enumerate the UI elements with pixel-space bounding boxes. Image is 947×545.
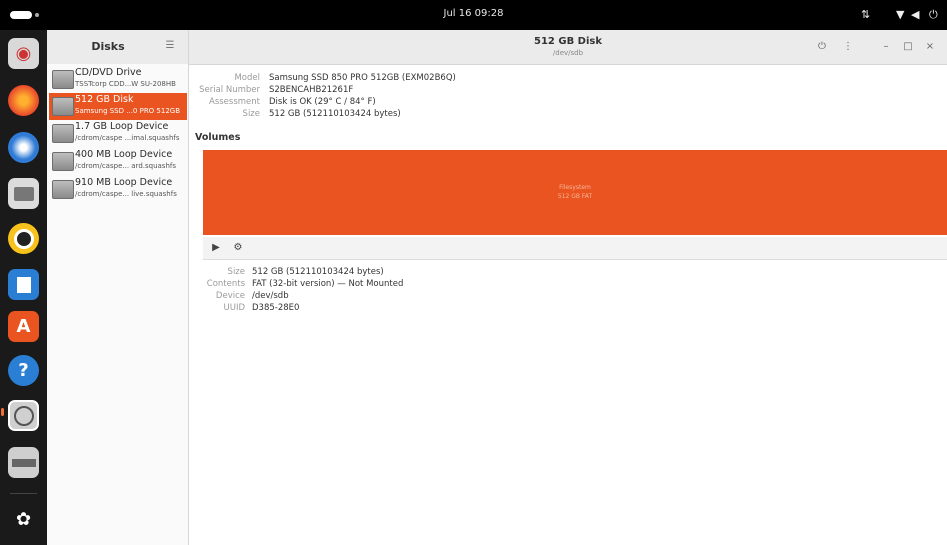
gear-icon[interactable]: ⚙ (229, 240, 247, 256)
volumes-heading: Volumes (195, 132, 241, 143)
top-bar: Jul 16 09:28 ⇅ ▼ ◀ ⏻ (0, 0, 947, 30)
drive-name: 512 GB Disk (75, 94, 134, 105)
show-apps-icon[interactable]: ✿ (8, 504, 39, 535)
clock[interactable]: Jul 16 09:28 (0, 8, 947, 19)
loop-device-icon (52, 180, 74, 199)
mount-play-icon[interactable]: ▶ (207, 240, 225, 256)
vol-device-value: /dev/sdb (252, 291, 289, 301)
vol-size-label: Size (227, 267, 245, 277)
vol-size-value: 512 GB (512110103424 bytes) (252, 267, 384, 277)
vol-contents-label: Contents (206, 279, 245, 289)
dock-separator (10, 493, 37, 494)
serial-value: S2BENCAHB21261F (269, 85, 354, 95)
drive-icon[interactable] (8, 447, 39, 478)
drive-item-loop-910mb[interactable]: 910 MB Loop Device /cdrom/caspe... live.… (49, 176, 187, 203)
running-indicator (1, 408, 4, 416)
thunderbird-icon[interactable] (8, 132, 39, 163)
drive-description: Samsung SSD ...0 PRO 512GB (75, 107, 181, 115)
disks-window: Disks ☰ CD/DVD Drive TSSTcorp CDD...W SU… (47, 30, 947, 545)
minimize-icon[interactable]: – (879, 39, 893, 55)
maximize-icon[interactable]: □ (901, 39, 915, 55)
writer-icon[interactable] (8, 269, 39, 300)
drive-item-loop-1-7gb[interactable]: 1.7 GB Loop Device /cdrom/caspe ...imal.… (49, 120, 187, 147)
power-icon[interactable]: ⏻ (929, 8, 938, 22)
volume-toolbar: ▶ ⚙ (203, 237, 947, 260)
disk-subtitle: /dev/sdb (552, 49, 584, 57)
drive-item-loop-400mb[interactable]: 400 MB Loop Device /cdrom/caspe... ard.s… (49, 148, 187, 175)
menu-icon[interactable]: ☰ (161, 38, 179, 54)
files-icon[interactable] (8, 178, 39, 209)
size-label: Size (242, 109, 260, 119)
vol-contents-value: FAT (32-bit version) — Not Mounted (252, 279, 404, 289)
drive-description: /cdrom/caspe ...imal.squashfs (75, 134, 180, 142)
help-icon[interactable]: ? (8, 355, 39, 386)
drive-description: /cdrom/caspe... live.squashfs (75, 190, 177, 198)
drive-name: CD/DVD Drive (75, 67, 142, 78)
disk-icon (52, 97, 74, 116)
more-options-icon[interactable]: ⋮ (841, 39, 855, 55)
drive-name: 1.7 GB Loop Device (75, 121, 169, 132)
model-label: Model (234, 73, 260, 83)
network-icon[interactable]: ⇅ (861, 8, 870, 21)
volume-partition[interactable]: Filesystem 512 GB FAT (203, 150, 947, 235)
size-value: 512 GB (512110103424 bytes) (269, 109, 401, 119)
loop-device-icon (52, 124, 74, 143)
wifi-icon[interactable]: ▼ (896, 8, 904, 21)
drive-list: CD/DVD Drive TSSTcorp CDD...W SU-208HB 5… (47, 64, 189, 545)
drive-description: /cdrom/caspe... ard.squashfs (75, 162, 176, 170)
serial-label: Serial Number (199, 85, 260, 95)
rhythmbox-icon[interactable] (8, 223, 39, 254)
drive-description: TSSTcorp CDD...W SU-208HB (75, 80, 176, 88)
model-value: Samsung SSD 850 PRO 512GB (EXM02B6Q) (269, 73, 456, 83)
main-header: 512 GB Disk /dev/sdb ⏻ ⋮ – □ × (189, 30, 947, 65)
dock: ◉ A ? ✿ (0, 30, 47, 545)
volume-size: 512 GB FAT (557, 193, 593, 200)
power-off-icon[interactable]: ⏻ (813, 39, 831, 55)
drive-item-512gb[interactable]: 512 GB Disk Samsung SSD ...0 PRO 512GB (49, 93, 187, 120)
disk-title: 512 GB Disk (534, 36, 602, 47)
close-icon[interactable]: × (923, 39, 937, 55)
optical-drive-icon (52, 70, 74, 89)
drive-item-cd-dvd[interactable]: CD/DVD Drive TSSTcorp CDD...W SU-208HB (49, 66, 187, 93)
drive-name: 400 MB Loop Device (75, 149, 173, 160)
volume-type: Filesystem (559, 184, 591, 191)
vol-uuid-label: UUID (223, 303, 246, 313)
sidebar-header: Disks ☰ (47, 30, 189, 64)
disks-app-icon[interactable]: ◉ (8, 38, 39, 69)
volume-icon[interactable]: ◀ (911, 8, 919, 21)
vol-device-label: Device (215, 291, 245, 301)
drive-name: 910 MB Loop Device (75, 177, 173, 188)
assessment-value: Disk is OK (29° C / 84° F) (269, 97, 376, 107)
assessment-label: Assessment (209, 97, 260, 107)
disks-running-icon[interactable] (8, 400, 39, 431)
firefox-icon[interactable] (8, 85, 39, 116)
software-icon[interactable]: A (8, 311, 39, 342)
loop-device-icon (52, 152, 74, 171)
sidebar-title: Disks (91, 40, 125, 53)
vol-uuid-value: D385-28E0 (252, 303, 300, 313)
